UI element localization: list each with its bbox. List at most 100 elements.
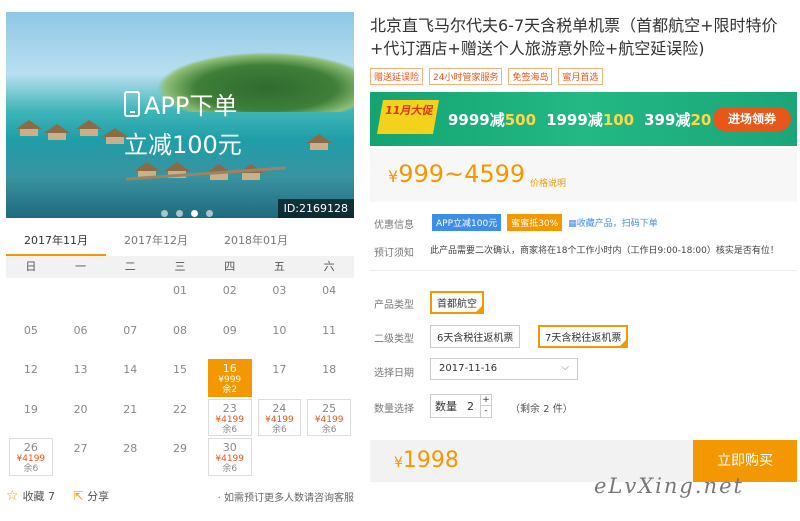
calendar-day-available[interactable]: 30 ¥4199 余6 <box>207 438 252 476</box>
weekday-label: 一 <box>75 260 87 273</box>
date-select[interactable]: 2017-11-16 ⌵ <box>430 358 578 380</box>
booking-notice: 此产品需要二次确认，商家将在18个工作小时内（工作日9:00-18:00）核实是… <box>430 246 779 256</box>
share-button[interactable]: ⇱ 分享 <box>73 488 109 504</box>
calendar-day: 29 <box>155 438 205 478</box>
day-number: 21 <box>123 402 138 416</box>
price-range-value: 999~4599 <box>398 160 526 188</box>
day-number <box>56 280 106 284</box>
weekday-label: 三 <box>174 260 186 273</box>
total-value: 1998 <box>402 448 459 473</box>
month-tab[interactable]: 2018年01月 <box>206 230 306 256</box>
calendar-empty-cell <box>105 280 155 320</box>
honey-discount-badge[interactable]: 蜜蜜抵30% <box>507 214 563 231</box>
calendar-day: 07 <box>105 320 155 360</box>
calendar-day: 05 <box>6 320 56 360</box>
month-tab[interactable]: 2017年12月 <box>106 230 206 256</box>
calendar-day-available[interactable]: 24 ¥4199 余6 <box>257 398 302 436</box>
weekday-label: 日 <box>25 260 37 273</box>
type-option-capital-airlines[interactable]: 首都航空 <box>430 291 484 314</box>
carousel-dot[interactable] <box>161 210 168 217</box>
price-range: ¥999~4599 <box>388 160 525 188</box>
calendar-day-available[interactable]: 25 ¥4199 余6 <box>307 398 351 436</box>
qr-order-link[interactable]: ▦收藏产品，扫码下单 <box>568 216 658 229</box>
calendar-day: 21 <box>105 399 155 439</box>
date-calendar: 01 02 03 04 05 06 07 08 09 10 11 12 13 14 15 16 ¥999 余2 17… <box>6 280 354 478</box>
day-stock: 余6 <box>23 464 39 474</box>
calendar-day-available[interactable]: 16 ¥999 余2 <box>207 359 252 397</box>
hut-graphic <box>76 120 102 138</box>
calendar-day: 10 <box>255 320 305 360</box>
carousel-dot[interactable] <box>206 210 213 217</box>
hero-image[interactable]: APP下单 立减100元 ID:2169128 <box>6 12 354 218</box>
promo-discount: 100 <box>602 111 635 129</box>
calendar-day: 15 <box>155 359 205 399</box>
calendar-day: 13 <box>56 359 106 399</box>
day-price: ¥4199 <box>215 454 245 464</box>
calendar-empty-cell <box>6 280 56 320</box>
calendar-day: 22 <box>155 399 205 439</box>
calendar-day: 14 <box>105 359 155 399</box>
day-number: 17 <box>272 363 287 376</box>
coupon-button[interactable]: 进场领券 <box>713 107 791 131</box>
increment-icon[interactable]: + <box>481 395 491 406</box>
promo-discount: 20 <box>690 111 712 129</box>
feature-tag: 蜜月首选 <box>558 68 603 85</box>
calendar-day: 19 <box>6 399 56 439</box>
day-number: 07 <box>123 323 138 337</box>
day-stock: 余6 <box>222 464 238 474</box>
day-number: 24 <box>272 401 287 415</box>
offers-label: 优惠信息 <box>374 220 414 231</box>
carousel-dot-active[interactable] <box>191 210 198 217</box>
qty-value[interactable]: 2 <box>461 400 480 413</box>
decrement-icon[interactable]: - <box>481 406 491 417</box>
qr-icon: ▦ <box>568 219 577 229</box>
day-number: 10 <box>272 323 287 337</box>
notice-label: 预订须知 <box>374 248 414 259</box>
day-number: 03 <box>272 284 287 297</box>
promo-discount: 500 <box>504 111 537 129</box>
calendar-day: 28 <box>105 438 155 478</box>
weekday-label: 四 <box>224 260 236 273</box>
qty-label: 数量选择 <box>374 404 414 415</box>
calendar-day-available[interactable]: 23 ¥4199 余6 <box>207 398 252 436</box>
calendar-day: 11 <box>304 320 354 360</box>
calendar-day-available[interactable]: 26 ¥4199 余6 <box>9 438 53 476</box>
date-label: 选择日期 <box>374 368 414 379</box>
favorite-button[interactable]: ☆ 收藏 7 <box>6 488 55 504</box>
day-stock: 余2 <box>222 385 238 395</box>
price-note-link[interactable]: 价格说明 <box>530 176 566 189</box>
day-number: 08 <box>172 323 187 337</box>
day-number: 25 <box>322 401 337 415</box>
quantity-stepper[interactable]: 数量 2 + - <box>430 394 492 418</box>
day-price: ¥4199 <box>265 414 294 425</box>
day-number <box>6 280 56 284</box>
weekday-label: 六 <box>323 260 335 273</box>
consult-hint[interactable]: · 如需预订更多人数请咨询客服 <box>218 489 354 504</box>
subtype-option-6day[interactable]: 6天含税往返机票 <box>430 325 521 348</box>
day-price: ¥4199 <box>314 414 344 425</box>
day-number: 30 <box>222 441 237 454</box>
day-number: 16 <box>222 362 237 375</box>
price-block: ¥999~4599 价格说明 <box>370 148 797 202</box>
calendar-day: 09 <box>205 320 255 360</box>
calendar-day: 17 <box>255 359 305 399</box>
subtype-option-7day[interactable]: 7天含税往返机票 <box>538 325 629 348</box>
bottom-actions: ☆ 收藏 7 ⇱ 分享 · 如需预订更多人数请咨询客服 <box>6 486 354 506</box>
share-label: 分享 <box>87 490 110 503</box>
hero-banner-text: APP下单 立减100元 <box>124 86 242 160</box>
feature-tag: 24小时管家服务 <box>429 68 503 85</box>
divider <box>370 270 797 271</box>
weekday-header: 日一二三四五六 <box>6 256 354 278</box>
promo-banner[interactable]: 11月大促 9999减500 1999减100 399减20 进场领券 <box>370 92 797 146</box>
app-discount-badge[interactable]: APP立减100元 <box>432 214 502 231</box>
day-number: 26 <box>23 441 38 454</box>
watermark: eLvXing.net <box>594 474 744 498</box>
phone-icon <box>124 90 140 117</box>
type-label: 产品类型 <box>374 300 414 311</box>
day-number: 11 <box>322 323 337 337</box>
share-icon: ⇱ <box>73 489 84 503</box>
feature-tags: 赠送延误险 24小时管家服务 免签海岛 蜜月首选 <box>370 68 603 85</box>
month-tab[interactable]: 2017年11月 <box>6 230 106 256</box>
qty-text: 数量 <box>435 400 457 413</box>
carousel-dot[interactable] <box>176 210 183 217</box>
